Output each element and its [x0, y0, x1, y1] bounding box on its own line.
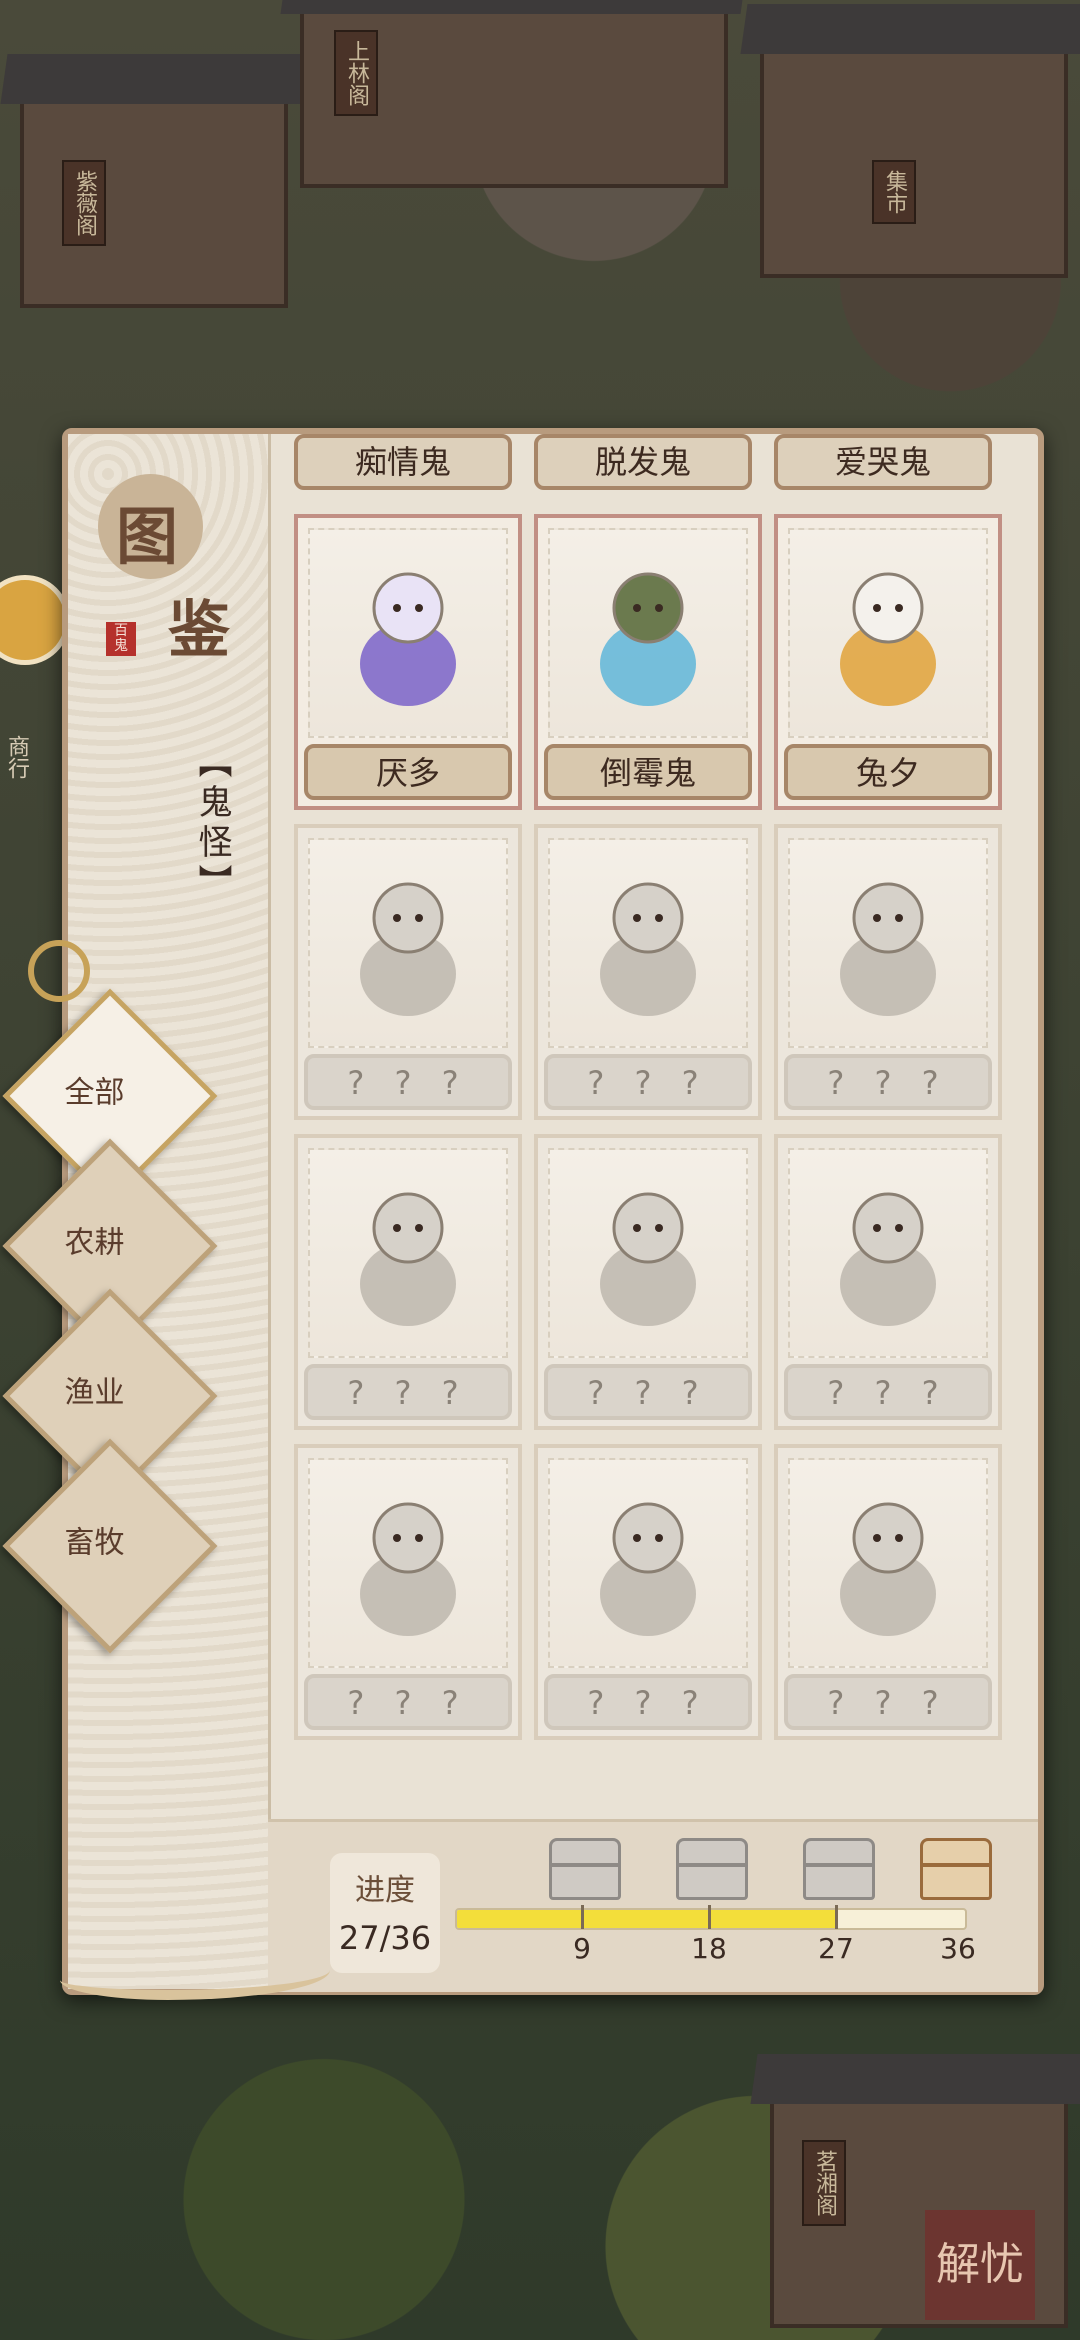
card-name: ? ? ? — [304, 1364, 512, 1420]
umbrella-ghost-icon — [813, 1166, 963, 1340]
codex-card[interactable]: ? ? ? — [294, 824, 522, 1120]
card-art — [548, 838, 748, 1048]
sign-mingxiangge: 茗湘阁 — [802, 2140, 846, 2226]
progress-label-box: 进度 27/36 — [330, 1853, 440, 1973]
codex-card[interactable]: 倒霉鬼 — [534, 514, 762, 810]
card-name: ? ? ? — [544, 1054, 752, 1110]
card-name: ? ? ? — [304, 1674, 512, 1730]
card-art — [788, 1148, 988, 1358]
card-name: ? ? ? — [544, 1674, 752, 1730]
ghost-hooded-icon — [573, 546, 723, 720]
progress-tick — [835, 1905, 838, 1929]
codex-logo-char-2: 鉴 — [168, 593, 231, 666]
reward-chest-icon[interactable] — [803, 1838, 875, 1900]
card-name: 厌多 — [304, 744, 512, 800]
card-art — [788, 838, 988, 1048]
reward-chest-icon[interactable] — [920, 1838, 992, 1900]
card-art — [308, 1458, 508, 1668]
food-ghost-icon — [333, 1476, 483, 1650]
filter-fishing-label: 渔业 — [64, 1375, 125, 1411]
codex-panel: 图 鉴 百鬼 【鬼怪】 痴情鬼 脱发鬼 爱哭鬼 厌多 倒霉鬼 兔夕 ? ? ? ? ? … — [62, 428, 1044, 1995]
card-name: 倒霉鬼 — [544, 744, 752, 800]
snail-ghost-icon — [333, 856, 483, 1030]
codex-card[interactable]: ? ? ? — [534, 824, 762, 1120]
progress-label: 进度 — [355, 1873, 415, 1908]
knot-ornament-icon — [28, 940, 90, 1002]
progress-milestone-label: 36 — [940, 1932, 976, 1965]
card-name: ? ? ? — [784, 1674, 992, 1730]
card-art — [308, 838, 508, 1048]
card-art — [308, 528, 508, 738]
codex-card[interactable]: ? ? ? — [774, 824, 1002, 1120]
progress-bar — [455, 1908, 967, 1930]
card-art — [308, 1148, 508, 1358]
category-title: 【鬼怪】 — [192, 744, 232, 904]
monk-staff-icon — [333, 1166, 483, 1340]
codex-card[interactable]: ? ? ? — [774, 1134, 1002, 1430]
shop-side-label[interactable]: 商行 — [0, 735, 32, 779]
building-market — [740, 4, 1080, 278]
reward-chest-icon[interactable] — [549, 1838, 621, 1900]
codex-card[interactable]: ? ? ? — [534, 1134, 762, 1430]
progress-milestone-label: 9 — [573, 1932, 591, 1965]
lion-mask-icon — [573, 856, 723, 1030]
codex-card[interactable]: ? ? ? — [534, 1444, 762, 1740]
card-art — [548, 528, 748, 738]
card-name: ? ? ? — [304, 1054, 512, 1110]
card-name: 兔夕 — [784, 744, 992, 800]
card-art — [788, 1458, 988, 1668]
codex-seal: 百鬼 — [106, 622, 136, 656]
spoon-ghost-icon — [573, 1166, 723, 1340]
card-art — [548, 1458, 748, 1668]
card-name: ? ? ? — [784, 1054, 992, 1110]
codex-card[interactable]: ? ? ? — [294, 1134, 522, 1430]
reward-chest-icon[interactable] — [676, 1838, 748, 1900]
codex-card[interactable]: ? ? ? — [294, 1444, 522, 1740]
building-ziweige — [0, 54, 308, 308]
card-art — [788, 528, 988, 738]
progress-tick — [581, 1905, 584, 1929]
progress-fill — [457, 1910, 838, 1928]
progress-milestone-label: 27 — [818, 1932, 854, 1965]
ghost-lady-icon — [333, 546, 483, 720]
card-art — [548, 1148, 748, 1358]
rabbit-ghost-icon — [813, 546, 963, 720]
codex-logo-char-1: 图 — [116, 500, 179, 573]
card-label-top-1: 痴情鬼 — [294, 434, 512, 490]
card-name: ? ? ? — [544, 1364, 752, 1420]
sign-market: 集市 — [872, 160, 916, 224]
filter-all-label: 全部 — [64, 1075, 125, 1111]
codex-card[interactable]: ? ? ? — [774, 1444, 1002, 1740]
jieyou-logo: 解忧 — [925, 2210, 1035, 2320]
card-name: ? ? ? — [784, 1364, 992, 1420]
progress-tick — [708, 1905, 711, 1929]
codex-card[interactable]: 厌多 — [294, 514, 522, 810]
progress-milestone-label: 18 — [691, 1932, 727, 1965]
fisher-hat-icon — [573, 1476, 723, 1650]
card-label-top-3: 爱哭鬼 — [774, 434, 992, 490]
filter-livestock-label: 畜牧 — [64, 1525, 125, 1561]
filter-farming-label: 农耕 — [64, 1225, 125, 1261]
fan-ghost-icon — [813, 856, 963, 1030]
sign-shanglinge: 上林阁 — [334, 30, 378, 116]
sign-ziweige: 紫薇阁 — [62, 160, 106, 246]
codex-card[interactable]: 兔夕 — [774, 514, 1002, 810]
card-label-top-2: 脱发鬼 — [534, 434, 752, 490]
progress-value: 27/36 — [338, 1919, 432, 1957]
rider-ghost-icon — [813, 1476, 963, 1650]
